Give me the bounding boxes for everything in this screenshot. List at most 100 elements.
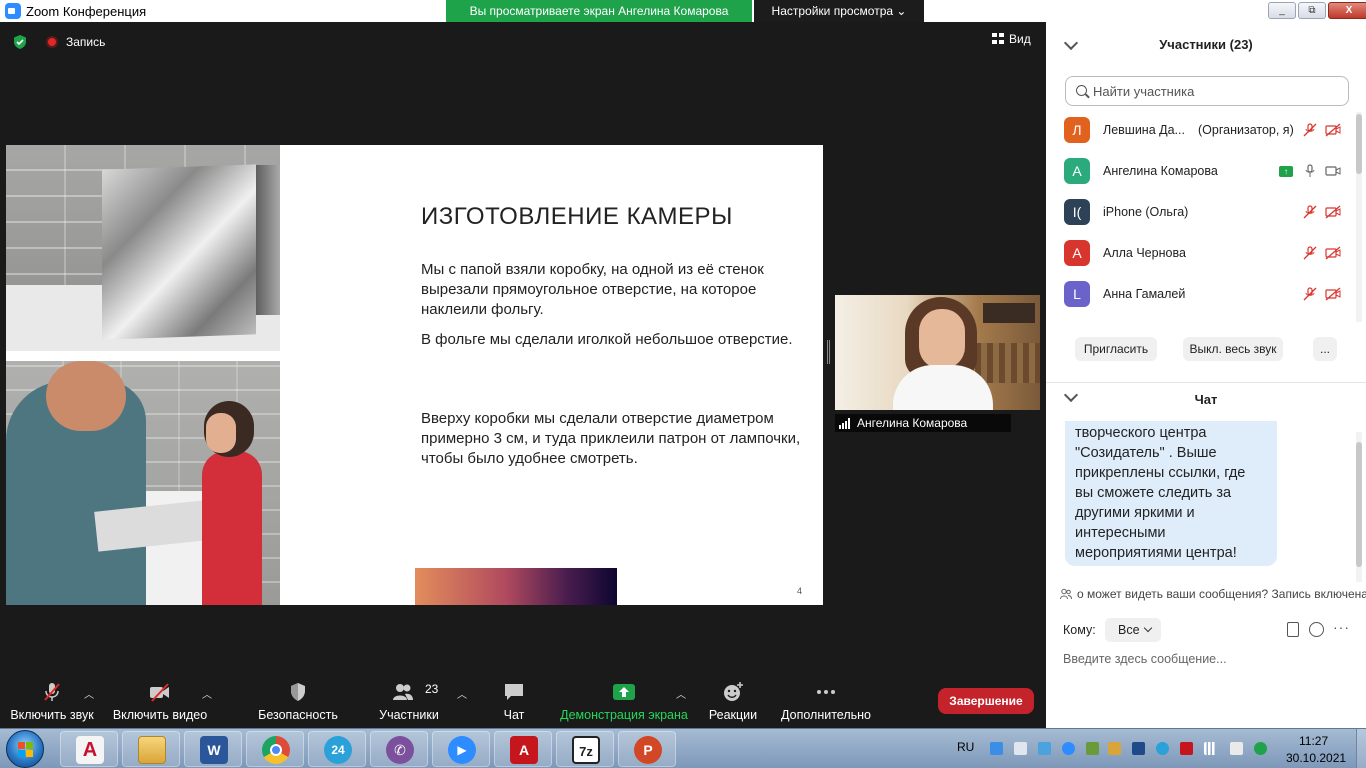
chat-privacy-notice[interactable]: о может видеть ваши сообщения? Запись вк… xyxy=(1046,583,1366,605)
taskbar-7zip[interactable]: 7z xyxy=(556,731,614,767)
participant-row[interactable]: Л Левшина Да... (Организатор, я) xyxy=(1046,110,1356,151)
end-meeting-button[interactable]: Завершение xyxy=(938,688,1034,714)
share-screen-button[interactable]: Демонстрация экрана xyxy=(560,676,688,728)
clock-time[interactable]: 11:27 xyxy=(1299,734,1328,748)
volume-icon[interactable] xyxy=(1230,742,1243,755)
clock-date[interactable]: 30.10.2021 xyxy=(1286,751,1346,765)
chat-button[interactable]: Чат xyxy=(492,676,536,728)
participant-row[interactable]: I( iPhone (Ольга) xyxy=(1046,192,1356,233)
encryption-shield-icon[interactable] xyxy=(12,34,28,50)
slide-paragraph: Вверху коробки мы сделали отверстие диам… xyxy=(421,410,801,467)
participant-row[interactable]: А Ангелина Комарова ↑ xyxy=(1046,151,1356,192)
participants-panel-header: Участники (23) xyxy=(1046,22,1366,66)
share-options-caret[interactable]: ︿ xyxy=(676,686,686,701)
taskbar-chrome[interactable] xyxy=(246,731,304,767)
camera-icon[interactable] xyxy=(1325,164,1341,178)
recording-indicator-icon xyxy=(46,36,58,48)
participant-row[interactable]: А Алла Чернова xyxy=(1046,233,1356,274)
camera-off-icon xyxy=(150,683,169,702)
language-indicator[interactable]: RU xyxy=(957,740,974,754)
recording-label[interactable]: Запись xyxy=(66,35,105,49)
audio-options-caret[interactable]: ︿ xyxy=(84,686,94,701)
taskbar-autocad[interactable]: A xyxy=(60,731,118,767)
unmute-button[interactable]: Включить звук xyxy=(6,676,98,728)
taskbar-word[interactable]: W xyxy=(184,731,242,767)
chat-panel-title: Чат xyxy=(1194,392,1218,407)
camera-off-icon[interactable] xyxy=(1325,246,1341,260)
taskbar-zoom[interactable]: ▶ xyxy=(432,731,490,767)
participant-search-input[interactable] xyxy=(1093,81,1343,101)
taskbar-powerpoint[interactable]: P xyxy=(618,731,676,767)
participant-row[interactable]: L Анна Гамалей xyxy=(1046,274,1356,315)
camera-off-icon[interactable] xyxy=(1325,205,1341,219)
slide-photo-father-daughter xyxy=(6,361,280,605)
microphone-muted-icon[interactable] xyxy=(1302,205,1318,219)
signal-tray-icon[interactable] xyxy=(1204,742,1217,755)
meeting-toolbar: Включить звук ︿ Включить видео ︿ Безопас… xyxy=(0,676,1046,728)
video-options-caret[interactable]: ︿ xyxy=(202,686,212,701)
participants-more-button[interactable]: ... xyxy=(1313,337,1337,361)
participant-search[interactable] xyxy=(1065,76,1349,106)
close-button[interactable]: X xyxy=(1328,2,1366,19)
zoom-icon: ▶ xyxy=(448,736,476,764)
keyboard-tray-icon[interactable] xyxy=(1108,742,1121,755)
7zip-icon: 7z xyxy=(572,736,600,764)
viewing-screen-banner: Вы просматриваете экран Ангелина Комаров… xyxy=(446,0,752,22)
invite-button[interactable]: Пригласить xyxy=(1075,337,1157,361)
participant-name: Алла Чернова xyxy=(1103,246,1186,260)
drive-tray-icon[interactable] xyxy=(1014,742,1027,755)
zoom-tray-icon[interactable] xyxy=(1062,742,1075,755)
show-desktop-button[interactable] xyxy=(1356,729,1366,768)
start-button[interactable] xyxy=(6,730,44,768)
participants-scrollbar[interactable] xyxy=(1356,112,1362,322)
reactions-button[interactable]: Реакции xyxy=(706,676,760,728)
security-tray-icon[interactable] xyxy=(1086,742,1099,755)
folder-icon xyxy=(138,736,166,764)
view-layout-button[interactable]: Вид xyxy=(992,32,1031,52)
chat-scrollbar[interactable] xyxy=(1356,432,1362,582)
view-options-dropdown[interactable]: Настройки просмотра ⌄ xyxy=(754,0,924,22)
bluetooth-tray-icon[interactable] xyxy=(990,742,1003,755)
microphone-muted-icon[interactable] xyxy=(1302,287,1318,301)
chat-message-input[interactable] xyxy=(1063,648,1353,670)
camera-off-icon[interactable] xyxy=(1325,123,1341,137)
more-options-button[interactable]: Дополнительно xyxy=(778,676,874,728)
power-tray-icon[interactable] xyxy=(1254,742,1267,755)
avatar: L xyxy=(1064,281,1090,307)
viber-icon: ✆ xyxy=(386,736,414,764)
chat-more-button[interactable]: ··· xyxy=(1333,619,1350,635)
slide-decorative-bar xyxy=(415,568,617,605)
taskbar-file-explorer[interactable] xyxy=(122,731,180,767)
maximize-button[interactable]: ⧉ xyxy=(1298,2,1326,19)
taskbar-24-app[interactable]: 24 xyxy=(308,731,366,767)
bluetooth-icon[interactable] xyxy=(1132,742,1145,755)
network-drive-tray-icon[interactable] xyxy=(1038,742,1051,755)
participants-button[interactable]: 23 Участники xyxy=(372,676,446,728)
grid-icon xyxy=(992,33,1004,44)
autocad-icon: A xyxy=(76,736,104,764)
taskbar-viber[interactable]: ✆ xyxy=(370,731,428,767)
emoji-icon[interactable] xyxy=(1309,622,1324,637)
network-error-tray-icon[interactable] xyxy=(1180,742,1193,755)
app-24-tray-icon[interactable] xyxy=(1156,742,1169,755)
microphone-muted-icon[interactable] xyxy=(1302,246,1318,260)
mute-all-button[interactable]: Выкл. весь звук xyxy=(1183,337,1283,361)
minimize-button[interactable]: _ xyxy=(1268,2,1296,19)
panel-splitter-handle[interactable] xyxy=(827,340,830,364)
chat-bubble-icon xyxy=(505,684,523,700)
taskbar-acrobat[interactable]: A xyxy=(494,731,552,767)
microphone-muted-icon[interactable] xyxy=(1302,123,1318,137)
avatar: А xyxy=(1064,240,1090,266)
chat-recipient-select[interactable]: Все xyxy=(1105,618,1161,642)
participants-options-caret[interactable]: ︿ xyxy=(457,686,467,701)
start-video-button[interactable]: Включить видео xyxy=(110,676,210,728)
acrobat-icon: A xyxy=(510,736,538,764)
participant-name: iPhone (Ольга) xyxy=(1103,205,1189,219)
file-icon[interactable] xyxy=(1287,622,1299,637)
camera-off-icon[interactable] xyxy=(1325,287,1341,301)
presentation-slide: ИЗГОТОВЛЕНИЕ КАМЕРЫ Мы с папой взяли кор… xyxy=(6,145,823,605)
participant-video-thumbnail[interactable] xyxy=(835,295,1040,410)
microphone-icon[interactable] xyxy=(1302,164,1318,178)
security-button[interactable]: Безопасность xyxy=(256,676,340,728)
participant-role: (Организатор, я) xyxy=(1198,123,1294,137)
